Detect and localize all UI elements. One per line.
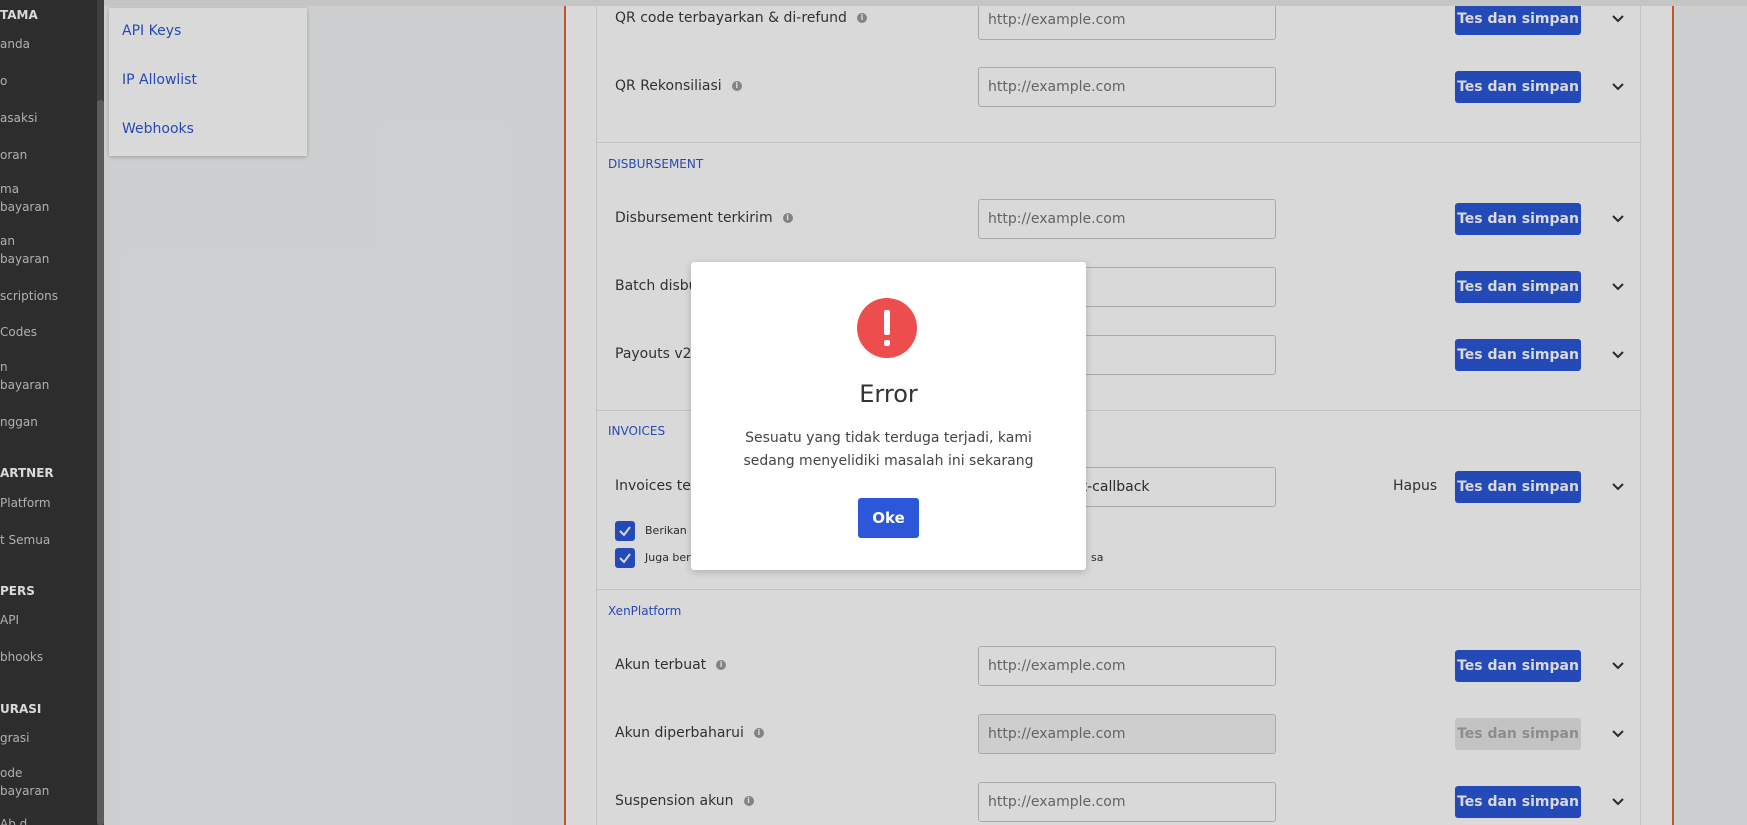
exclamation-glyph [884,310,890,346]
dialog-message: Sesuatu yang tidak terduga terjadi, kami… [743,430,1034,469]
error-dialog: Error Sesuatu yang tidak terduga terjadi… [691,262,1086,570]
dialog-title: Error [859,380,918,408]
exclamation-icon [857,298,917,358]
ok-button[interactable]: Oke [858,498,919,538]
